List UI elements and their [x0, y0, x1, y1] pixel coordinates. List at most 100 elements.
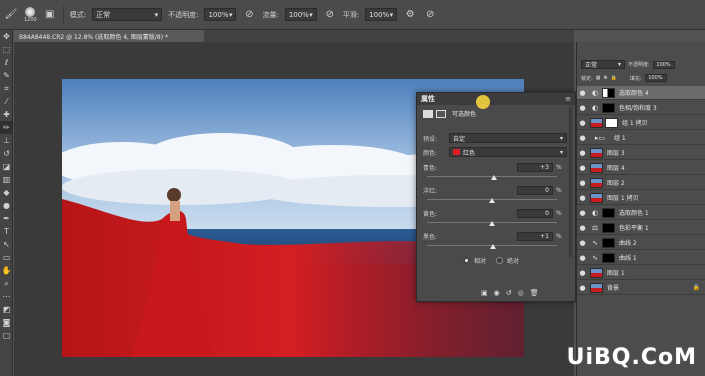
layer-row[interactable]: ● 图层 1 [577, 266, 705, 280]
slider-value-field[interactable]: +3 [517, 163, 553, 172]
curves-icon[interactable]: ∿ [590, 238, 600, 248]
quick-mask-icon[interactable]: ◙ [0, 316, 13, 329]
slider-value-field[interactable]: 0 [517, 209, 553, 218]
layer-thumbnail[interactable] [590, 177, 603, 188]
visibility-eye-icon[interactable]: ◎ [518, 289, 524, 297]
layer-row[interactable]: ● ◐ 选取颜色 4 [577, 86, 705, 100]
layer-thumbnail[interactable] [590, 147, 603, 158]
slider-thumb[interactable] [490, 175, 497, 180]
lock-all-icon[interactable]: 🔒 [611, 75, 617, 81]
layer-row[interactable]: ● ∿ 曲线 1 [577, 251, 705, 265]
blur-tool-icon[interactable]: ◆ [0, 186, 13, 199]
adjustment-icon[interactable] [423, 109, 433, 118]
smoothing-options-gear-icon[interactable]: ⚙ [403, 8, 417, 22]
relative-radio[interactable] [463, 257, 470, 264]
visibility-eye-icon[interactable]: ● [577, 239, 588, 247]
folder-icon[interactable]: ▸▭ [590, 133, 610, 143]
mask-icon[interactable] [436, 109, 446, 118]
layer-row[interactable]: ● 图层 4 [577, 161, 705, 175]
pressure-opacity-icon[interactable]: ⊘ [242, 8, 256, 22]
layer-thumbnail[interactable] [590, 162, 603, 173]
zoom-tool-icon[interactable]: ⌕ [0, 277, 13, 290]
layer-thumbnail[interactable] [590, 192, 603, 203]
marquee-tool-icon[interactable]: ⬚ [0, 43, 13, 56]
trash-icon[interactable]: 🗑 [530, 289, 539, 297]
circle-half-icon[interactable]: ◐ [590, 208, 600, 218]
flow-field[interactable]: 100% ▾ [284, 8, 317, 21]
properties-header[interactable]: 属性 ≡ [417, 93, 575, 105]
more-tools-icon[interactable]: ⋯ [0, 290, 13, 303]
lasso-tool-icon[interactable]: ℓ [0, 56, 13, 69]
visibility-eye-icon[interactable]: ● [577, 119, 588, 127]
airbrush-icon[interactable]: ⊘ [323, 8, 337, 22]
type-tool-icon[interactable]: T [0, 225, 13, 238]
layer-row[interactable]: ● ▸▭ 组 1 [577, 131, 705, 145]
clip-to-layer-icon[interactable]: ▣ [481, 289, 488, 297]
panel-menu-icon[interactable]: ≡ [565, 95, 571, 103]
move-tool-icon[interactable]: ✥ [0, 30, 13, 43]
color-swatches-icon[interactable]: ◩ [0, 303, 13, 316]
layer-mask-thumbnail[interactable] [602, 207, 615, 218]
layer-mask-thumbnail[interactable] [602, 87, 615, 98]
visibility-eye-icon[interactable]: ● [577, 134, 588, 142]
circle-half-icon[interactable]: ◐ [590, 88, 600, 98]
scales-icon[interactable]: ⚖ [590, 223, 600, 233]
shape-tool-icon[interactable]: ▭ [0, 251, 13, 264]
opacity-field[interactable]: 100% ▾ [204, 8, 237, 21]
gradient-tool-icon[interactable]: ▥ [0, 173, 13, 186]
visibility-eye-icon[interactable]: ● [577, 284, 588, 292]
layer-mask-thumbnail[interactable] [602, 237, 615, 248]
pen-tool-icon[interactable]: ✒ [0, 212, 13, 225]
layer-mask-thumbnail[interactable] [605, 117, 618, 128]
brush-preset-picker[interactable]: 1200 [24, 6, 37, 23]
clone-stamp-tool-icon[interactable]: ⊥ [0, 134, 13, 147]
curves-icon[interactable]: ∿ [590, 253, 600, 263]
visibility-eye-icon[interactable]: ● [577, 149, 588, 157]
mode-select[interactable]: 正常 ▾ [92, 8, 163, 21]
slider-thumb[interactable] [489, 244, 496, 249]
layer-opacity-field[interactable]: 100% [652, 60, 675, 69]
visibility-eye-icon[interactable]: ● [577, 224, 588, 232]
blend-mode-select[interactable]: 正常 ▾ [581, 60, 625, 69]
slider-thumb[interactable] [489, 198, 495, 203]
slider-value-field[interactable]: +1 [517, 232, 553, 241]
brush-settings-icon[interactable]: ▣ [43, 8, 57, 22]
layer-row[interactable]: ● ◐ 色相/饱和度 3 [577, 101, 705, 115]
visibility-eye-icon[interactable]: ● [577, 164, 588, 172]
reset-icon[interactable]: ↺ [506, 289, 512, 297]
layer-mask-thumbnail[interactable] [602, 102, 615, 113]
eyedropper-tool-icon[interactable]: ⁄ [0, 95, 13, 108]
layer-row[interactable]: ● 背景 🔒 [577, 281, 705, 295]
preset-select[interactable]: 自定 ▾ [449, 133, 567, 143]
view-previous-icon[interactable]: ◉ [494, 289, 500, 297]
layer-mask-thumbnail[interactable] [602, 222, 615, 233]
color-select[interactable]: 红色 ▾ [449, 147, 567, 157]
dodge-tool-icon[interactable]: ● [0, 199, 13, 212]
visibility-eye-icon[interactable]: ● [577, 179, 588, 187]
hand-tool-icon[interactable]: ✋ [0, 264, 13, 277]
layer-thumbnail[interactable] [590, 117, 603, 128]
layer-row[interactable]: ● ⚖ 色彩平衡 1 [577, 221, 705, 235]
visibility-eye-icon[interactable]: ● [577, 104, 588, 112]
layer-row[interactable]: ● 组 1 拷贝 [577, 116, 705, 130]
brush-tool-icon[interactable]: 🖌 [4, 8, 18, 22]
smooth-field[interactable]: 100% ▾ [365, 8, 398, 21]
path-select-tool-icon[interactable]: ↖ [0, 238, 13, 251]
absolute-radio[interactable] [496, 257, 504, 264]
history-brush-tool-icon[interactable]: ↺ [0, 147, 13, 160]
fill-field[interactable]: 100% [644, 74, 667, 82]
document-tab[interactable]: B84A8448.CR2 @ 12.8% (选取颜色 4, 图层蒙版/8) * [14, 30, 204, 42]
lock-pixels-icon[interactable]: ▦ [596, 75, 601, 81]
layer-row[interactable]: ● 图层 1 拷贝 [577, 191, 705, 205]
visibility-eye-icon[interactable]: ● [577, 254, 588, 262]
layer-mask-thumbnail[interactable] [602, 252, 615, 263]
layer-row[interactable]: ● 图层 2 [577, 176, 705, 190]
layer-row[interactable]: ● ∿ 曲线 2 [577, 236, 705, 250]
crop-tool-icon[interactable]: ⌗ [0, 82, 13, 95]
quick-select-tool-icon[interactable]: ✎ [0, 69, 13, 82]
slider-value-field[interactable]: 0 [517, 186, 553, 195]
brush-tool-icon[interactable]: ✏ [0, 121, 13, 134]
layer-thumbnail[interactable] [590, 282, 603, 293]
screen-mode-icon[interactable]: ▢ [0, 329, 13, 342]
layer-thumbnail[interactable] [590, 267, 603, 278]
